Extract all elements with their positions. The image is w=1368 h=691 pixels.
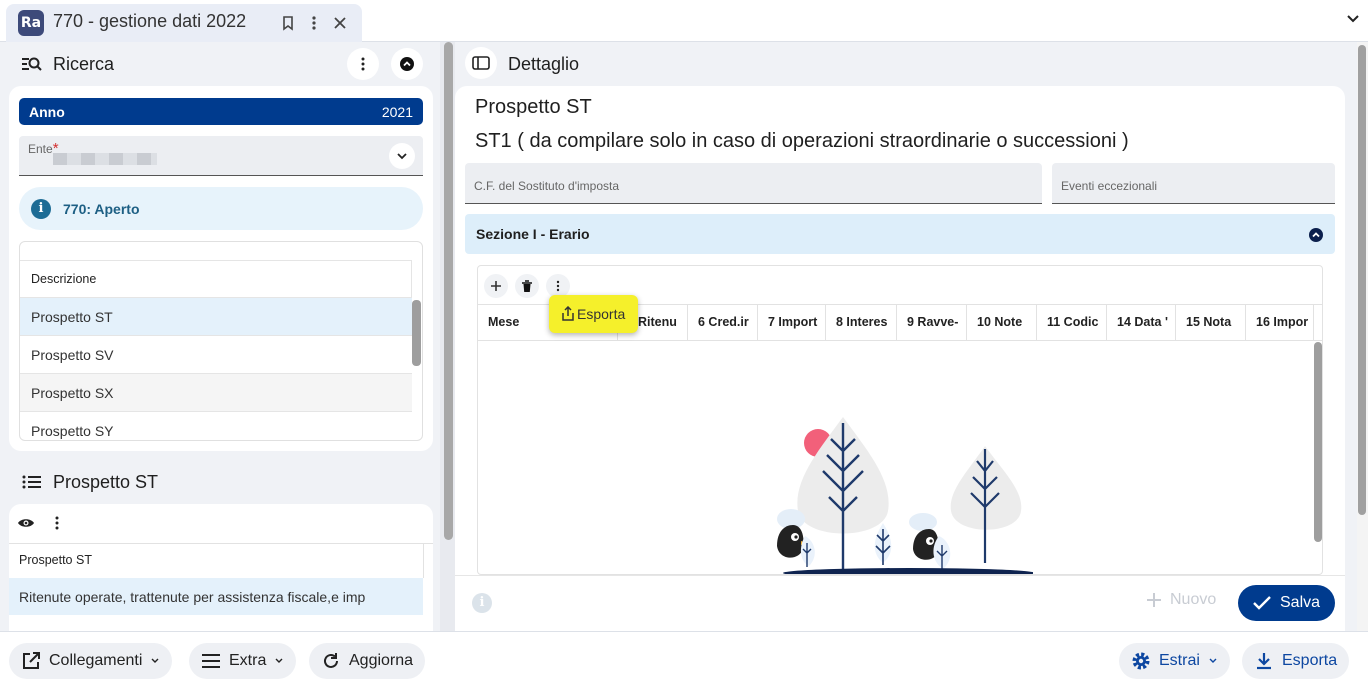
tab-title: 770 - gestione dati 2022 bbox=[53, 11, 247, 31]
anno-field[interactable]: Anno 2021 bbox=[19, 98, 423, 125]
bookmark-icon[interactable] bbox=[278, 13, 298, 33]
status-text: 770: Aperto bbox=[63, 200, 140, 217]
status-chip: i 770: Aperto bbox=[19, 187, 423, 230]
chevron-down-icon bbox=[397, 153, 407, 160]
list-item[interactable]: Prospetto SX bbox=[20, 374, 412, 412]
estrai-button[interactable]: Estrai bbox=[1119, 643, 1230, 679]
collegamenti-button[interactable]: Collegamenti bbox=[9, 643, 173, 679]
more-vert-icon bbox=[556, 280, 560, 292]
nuovo-button[interactable]: Nuovo bbox=[1146, 591, 1216, 609]
download-icon bbox=[1257, 653, 1271, 670]
salva-label: Salva bbox=[1280, 594, 1321, 611]
extra-button[interactable]: Extra bbox=[189, 643, 297, 679]
ente-dropdown-button[interactable] bbox=[389, 143, 415, 169]
list-header-descrizione[interactable]: Descrizione bbox=[20, 260, 412, 298]
grid-scrollbar[interactable] bbox=[1314, 342, 1322, 542]
plus-icon bbox=[491, 281, 501, 291]
more-vert-icon[interactable] bbox=[49, 515, 65, 531]
estrai-label: Estrai bbox=[1159, 652, 1200, 669]
tab-strip: Ra 770 - gestione dati 2022 bbox=[0, 0, 1368, 42]
chevron-down-icon bbox=[1209, 658, 1217, 663]
tab-770-gestione-dati[interactable]: Ra 770 - gestione dati 2022 bbox=[6, 4, 362, 42]
check-icon bbox=[1253, 596, 1271, 610]
eventi-eccezionali-field[interactable]: Eventi eccezionali bbox=[1052, 163, 1335, 204]
chevron-down-icon bbox=[275, 658, 283, 663]
esporta-button[interactable]: Esporta bbox=[1242, 643, 1350, 679]
anno-label: Anno bbox=[29, 103, 65, 120]
collapse-icon bbox=[1309, 228, 1323, 242]
col-14-data[interactable]: 14 Data ' bbox=[1107, 304, 1176, 340]
eye-icon[interactable] bbox=[17, 515, 35, 531]
collegamenti-label: Collegamenti bbox=[49, 652, 143, 669]
prospetto-col-header[interactable]: Prospetto ST bbox=[19, 553, 92, 567]
cf-sostituto-field[interactable]: C.F. del Sostituto d'imposta bbox=[465, 163, 1042, 204]
list-item[interactable]: Prospetto SV bbox=[20, 336, 412, 374]
share-export-icon bbox=[562, 306, 574, 321]
list-scrollbar[interactable] bbox=[412, 300, 421, 366]
nuovo-label: Nuovo bbox=[1170, 591, 1217, 608]
add-row-button[interactable] bbox=[484, 274, 508, 298]
col-7-import[interactable]: 7 Import bbox=[758, 304, 826, 340]
info-icon: i bbox=[31, 198, 51, 219]
esporta-label: Esporta bbox=[1282, 652, 1338, 669]
detail-heading: Prospetto ST bbox=[475, 96, 592, 118]
sidebar-toggle-button[interactable] bbox=[465, 47, 497, 79]
trash-icon bbox=[522, 279, 532, 292]
tooltip-text: Esporta bbox=[577, 306, 626, 322]
ricerca-more-button[interactable] bbox=[347, 48, 379, 80]
aggiorna-label: Aggiorna bbox=[349, 652, 414, 669]
refresh-icon bbox=[324, 653, 338, 668]
menu-icon bbox=[202, 654, 220, 668]
sidebar-panel-icon bbox=[472, 56, 490, 70]
detail-subheading: ST1 ( da compilare solo in caso di opera… bbox=[475, 130, 1129, 152]
col-16-impor[interactable]: 16 Impor bbox=[1246, 304, 1314, 340]
ricerca-title: Ricerca bbox=[53, 54, 115, 74]
plus-icon bbox=[1147, 593, 1161, 607]
search-list-icon bbox=[21, 55, 43, 73]
prospetto-panel-title: Prospetto ST bbox=[53, 472, 159, 492]
section-erario-header[interactable]: Sezione I - Erario bbox=[465, 214, 1335, 254]
gear-icon bbox=[1132, 652, 1150, 670]
delete-row-button[interactable] bbox=[515, 274, 539, 298]
esporta-tooltip: Esporta bbox=[549, 295, 638, 333]
chevron-down-icon bbox=[151, 658, 159, 663]
list-icon bbox=[22, 474, 42, 490]
info-icon[interactable]: i bbox=[472, 593, 492, 613]
ente-value-redacted bbox=[53, 153, 157, 165]
col-9-ravve[interactable]: 9 Ravve- bbox=[897, 304, 967, 340]
collapse-button[interactable] bbox=[391, 48, 423, 80]
anno-value: 2021 bbox=[381, 103, 413, 120]
page-scrollbar[interactable] bbox=[1358, 45, 1366, 515]
salva-button[interactable]: Salva bbox=[1238, 585, 1335, 621]
col-8-interes[interactable]: 8 Interes bbox=[826, 304, 897, 340]
close-icon[interactable] bbox=[330, 13, 350, 33]
list-item[interactable]: Prospetto SY bbox=[20, 412, 412, 440]
col-15-nota[interactable]: 15 Nota bbox=[1176, 304, 1246, 340]
col-6-cred[interactable]: 6 Cred.ir bbox=[688, 304, 758, 340]
app-logo: Ra bbox=[18, 10, 44, 36]
table-row[interactable]: Ritenute operate, trattenute per assiste… bbox=[9, 578, 423, 615]
chevron-down-icon[interactable] bbox=[1344, 10, 1362, 28]
col-10-note[interactable]: 10 Note bbox=[967, 304, 1037, 340]
list-item[interactable]: Prospetto ST bbox=[20, 298, 412, 336]
ente-select[interactable]: Ente* bbox=[19, 136, 423, 176]
aggiorna-button[interactable]: Aggiorna bbox=[309, 643, 426, 679]
dettaglio-title: Dettaglio bbox=[508, 54, 580, 74]
section-title: Sezione I - Erario bbox=[476, 226, 590, 242]
footer-toolbar: Collegamenti Extra Aggiorna Estrai Espor… bbox=[0, 631, 1368, 691]
empty-state-illustration bbox=[777, 417, 1033, 574]
prospetti-list: Descrizione Prospetto ST Prospetto SV Pr… bbox=[19, 241, 423, 441]
open-external-icon bbox=[23, 652, 40, 669]
panel-splitter[interactable] bbox=[444, 42, 453, 540]
col-11-codic[interactable]: 11 Codic bbox=[1037, 304, 1107, 340]
more-vert-icon[interactable] bbox=[304, 13, 324, 33]
extra-label: Extra bbox=[229, 652, 267, 669]
